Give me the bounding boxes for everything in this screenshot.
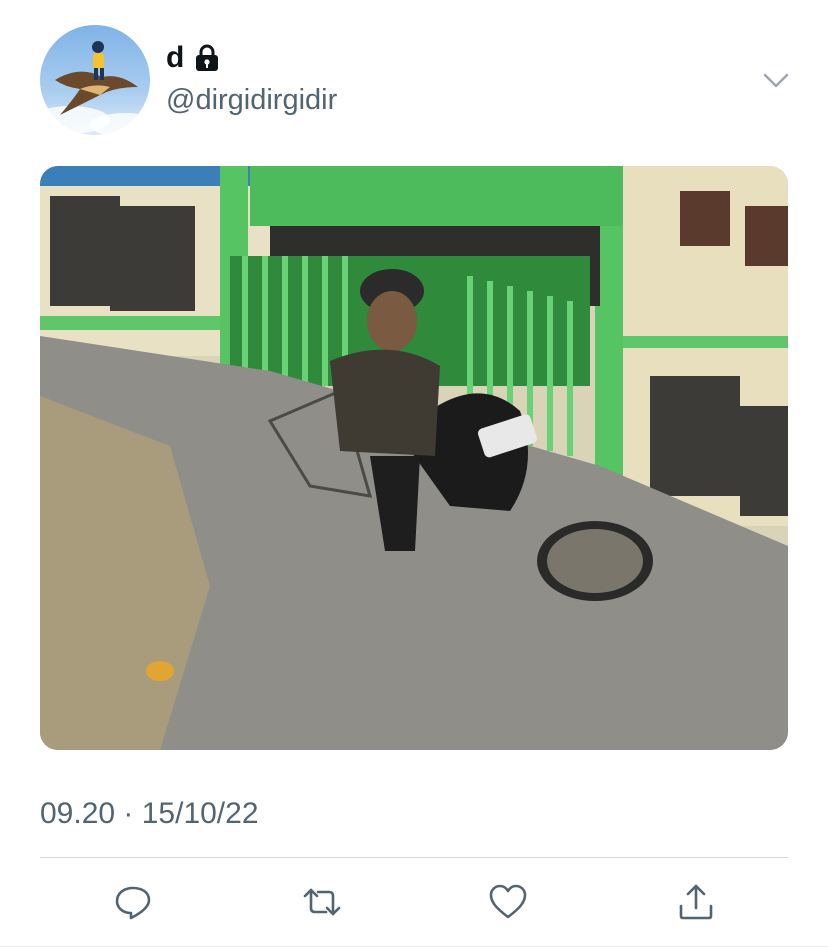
avatar[interactable] bbox=[40, 25, 150, 135]
share-button[interactable] bbox=[674, 880, 718, 924]
tweet-timestamp[interactable]: 09.20 · 15/10/22 bbox=[40, 796, 259, 832]
user-handle[interactable]: @dirgidirgidir bbox=[166, 82, 337, 118]
tweet-photo[interactable] bbox=[40, 166, 788, 750]
actions-divider bbox=[40, 857, 788, 858]
display-name[interactable]: d bbox=[166, 40, 184, 76]
bird-rider-avatar-image bbox=[40, 25, 150, 135]
heart-icon bbox=[489, 884, 527, 919]
reply-icon bbox=[115, 886, 151, 920]
chevron-down-icon[interactable] bbox=[760, 64, 792, 96]
display-name-row[interactable]: d bbox=[166, 40, 222, 76]
retweet-button[interactable] bbox=[300, 880, 344, 924]
like-button[interactable] bbox=[486, 880, 530, 924]
retweet-icon bbox=[303, 888, 341, 916]
share-icon bbox=[679, 884, 713, 920]
lock-icon bbox=[192, 43, 222, 73]
reply-button[interactable] bbox=[111, 880, 155, 924]
